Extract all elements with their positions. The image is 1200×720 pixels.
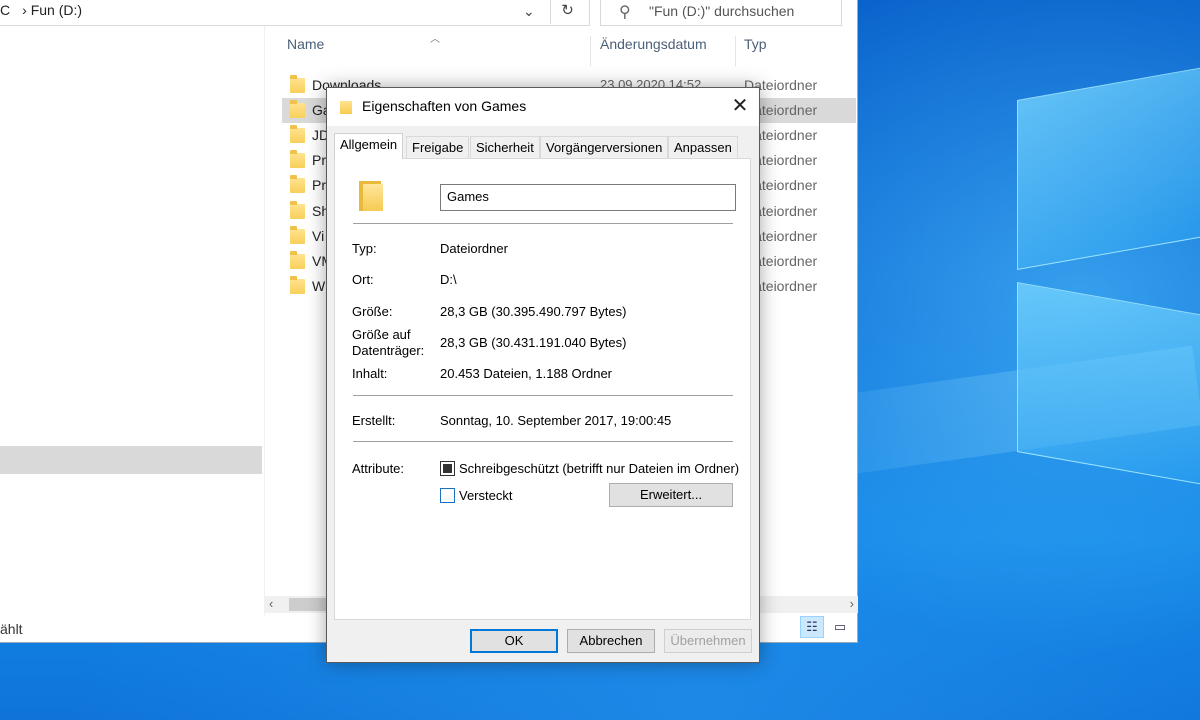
folder-large-icon [359,181,383,211]
scroll-right-icon[interactable]: › [850,596,854,611]
file-name: Vi [312,228,325,244]
folder-name-input[interactable]: Games [440,184,736,211]
folder-icon [290,201,305,219]
nav-selected-item[interactable] [0,446,262,474]
tab-customize[interactable]: Anpassen [668,136,738,158]
status-selection-text: ählt [0,621,23,637]
folder-icon [290,100,305,118]
search-icon: ⚲ [619,4,631,21]
large-icons-view-button[interactable]: ▭ [828,616,852,638]
sort-ascending-icon: ︿ [430,34,440,45]
windows-logo-pane-bottom [1017,282,1200,486]
readonly-label[interactable]: Schreibgeschützt (betrifft nur Dateien i… [459,461,739,476]
column-header-type[interactable]: Typ [744,36,767,66]
folder-icon [290,226,305,244]
refresh-icon[interactable]: ↻ [550,0,584,24]
created-label: Erstellt: [352,413,396,428]
pane-divider[interactable] [264,26,265,616]
apply-button[interactable]: Übernehmen [664,629,752,653]
details-view-button[interactable]: ☷ [800,616,824,638]
type-label: Typ: [352,241,377,256]
address-location[interactable]: Fun (D:) [31,2,82,18]
properties-dialog: Eigenschaften von Games ✕ Allgemein Frei… [326,87,760,663]
column-header-name[interactable]: Name [287,36,324,66]
separator [353,395,733,396]
folder-icon [290,251,305,269]
advanced-button[interactable]: Erweitert... [609,483,733,507]
address-bar[interactable]: C › Fun (D:) ⌄ ↻ [0,0,590,26]
folder-icon [290,150,305,168]
disk-size-label-line1: Größe auf [352,327,411,342]
folder-icon [290,75,305,93]
search-input[interactable]: ⚲ "Fun (D:)" durchsuchen [600,0,842,26]
size-value: 28,3 GB (30.395.490.797 Bytes) [440,304,627,319]
separator [353,223,733,224]
disk-size-label-line2: Datenträger: [352,343,425,358]
dialog-title: Eigenschaften von Games [362,98,527,114]
type-value: Dateiordner [440,241,508,256]
attributes-label: Attribute: [352,461,405,476]
cancel-button[interactable]: Abbrechen [567,629,655,653]
search-placeholder: "Fun (D:)" durchsuchen [649,3,795,19]
scroll-left-icon[interactable]: ‹ [269,596,273,611]
scrollbar-thumb[interactable] [289,598,327,611]
column-header-date[interactable]: Änderungsdatum [600,36,707,66]
disk-size-value: 28,3 GB (30.431.191.040 Bytes) [440,335,627,350]
navigation-pane[interactable] [0,26,264,616]
file-name: Pr [312,177,326,193]
file-name: W [312,278,326,294]
details-view-icon: ☷ [806,619,818,634]
hidden-checkbox[interactable] [440,488,455,503]
address-path: C › Fun (D:) [0,2,82,18]
created-value: Sonntag, 10. September 2017, 19:00:45 [440,413,672,428]
windows-logo-pane-top [1017,66,1200,271]
folder-icon [290,276,305,294]
location-value: D:\ [440,272,457,287]
folder-icon [340,101,352,114]
tab-general[interactable]: Allgemein [334,133,404,159]
separator [353,441,733,442]
contents-value: 20.453 Dateien, 1.188 Ordner [440,366,613,381]
folder-large-icon-front [363,184,383,211]
dialog-titlebar[interactable]: Eigenschaften von Games ✕ [327,88,759,126]
readonly-checkbox[interactable] [440,461,455,476]
folder-icon [290,125,305,143]
size-label: Größe: [352,304,393,319]
address-history-chevron-icon[interactable]: ⌄ [523,3,535,20]
address-prefix: C [0,2,11,18]
contents-label: Inhalt: [352,366,388,381]
tab-security[interactable]: Sicherheit [470,136,540,158]
location-label: Ort: [352,272,374,287]
address-chevron-separator: › [22,2,27,18]
file-name: Pr [312,152,326,168]
tab-previous-versions[interactable]: Vorgängerversionen [540,136,669,158]
general-tab-panel: Games Typ: Dateiordner Ort: D:\ Größe: 2… [334,158,751,620]
ok-button[interactable]: OK [470,629,558,653]
column-separator[interactable] [590,36,591,66]
folder-icon [290,175,305,193]
large-icons-view-icon: ▭ [833,619,847,634]
hidden-label[interactable]: Versteckt [459,488,512,503]
tab-sharing[interactable]: Freigabe [406,136,470,158]
close-icon[interactable]: ✕ [723,92,757,122]
column-separator[interactable] [735,36,736,66]
